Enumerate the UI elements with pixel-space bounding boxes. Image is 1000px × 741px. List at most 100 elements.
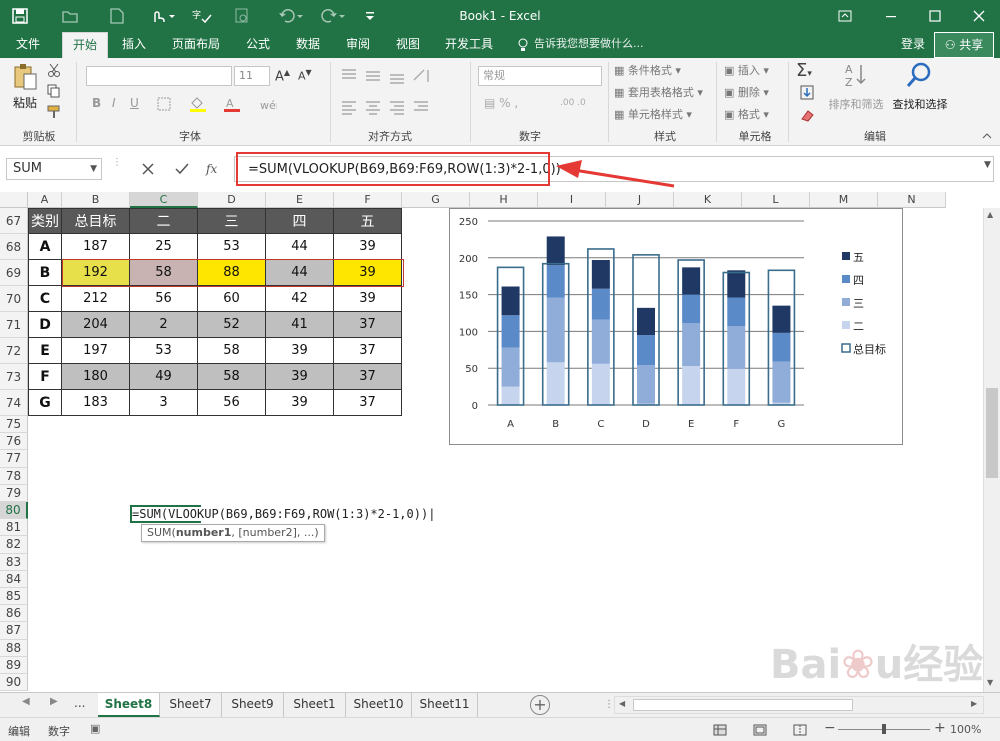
expand-formula-icon[interactable]: ▼ — [984, 160, 991, 170]
table-cell[interactable]: 58 — [198, 338, 266, 364]
column-header-I[interactable]: I — [538, 192, 606, 208]
row-header-75[interactable]: 75 — [0, 416, 28, 434]
collapse-ribbon-icon[interactable] — [980, 128, 994, 142]
row-category-cell[interactable]: D — [28, 312, 62, 338]
table-cell[interactable]: 212 — [62, 286, 130, 312]
tab-data[interactable]: 数据 — [286, 32, 330, 58]
function-tooltip[interactable]: SUM(number1, [number2], ...) — [141, 524, 325, 542]
table-cell[interactable]: 53 — [130, 338, 198, 364]
column-header-L[interactable]: L — [742, 192, 810, 208]
row-header-90[interactable]: 90 — [0, 674, 28, 692]
horizontal-scroll-thumb[interactable] — [633, 699, 853, 711]
table-header-cell[interactable]: 五 — [334, 208, 402, 234]
table-cell[interactable]: 58 — [198, 364, 266, 390]
format-as-table-button[interactable]: ▦ 套用表格格式 ▾ — [614, 84, 703, 100]
font-color-icon[interactable]: A — [220, 96, 244, 112]
table-cell[interactable]: 37 — [334, 390, 402, 416]
row-header-79[interactable]: 79 — [0, 484, 28, 502]
spelling-icon[interactable]: 字 — [190, 6, 214, 26]
underline-icon[interactable]: U — [130, 96, 139, 110]
row-header-87[interactable]: 87 — [0, 622, 28, 640]
table-cell[interactable]: 192 — [62, 260, 130, 286]
paste-button[interactable]: 粘贴 — [8, 94, 42, 111]
row-header-69[interactable]: 69 — [0, 260, 28, 286]
column-header-A[interactable]: A — [28, 192, 62, 208]
save-icon[interactable] — [10, 6, 30, 26]
italic-icon[interactable]: I — [112, 96, 116, 110]
table-header-cell[interactable]: 总目标 — [62, 208, 130, 234]
horizontal-scrollbar[interactable]: ◀ ▶ — [614, 696, 984, 714]
table-cell[interactable]: 187 — [62, 234, 130, 260]
delete-cells-button[interactable]: ▣ 删除 ▾ — [724, 84, 769, 100]
table-cell[interactable]: 204 — [62, 312, 130, 338]
table-cell[interactable]: 183 — [62, 390, 130, 416]
cancel-entry-icon[interactable] — [138, 159, 158, 179]
column-header-F[interactable]: F — [334, 192, 402, 208]
tab-view[interactable]: 视图 — [386, 32, 430, 58]
border-icon[interactable] — [154, 96, 174, 112]
scroll-up-icon[interactable]: ▲ — [987, 210, 993, 219]
table-cell[interactable]: 197 — [62, 338, 130, 364]
sort-filter-icon[interactable]: AZ — [836, 60, 876, 90]
table-cell[interactable]: 58 — [130, 260, 198, 286]
table-cell[interactable]: 52 — [198, 312, 266, 338]
worksheet-grid[interactable]: ABCDEFGHIJKLMN 67 68 69 70 71 72 73 74 75 76 77 78 7… — [0, 192, 1000, 692]
number-format-combo[interactable]: 常规 — [478, 66, 602, 86]
row-header-77[interactable]: 77 — [0, 450, 28, 468]
table-cell[interactable]: 49 — [130, 364, 198, 390]
share-button[interactable]: ⚇ 共享 — [934, 32, 994, 58]
currency-icon[interactable]: ▤ % , — [484, 96, 518, 110]
row-header-85[interactable]: 85 — [0, 588, 28, 606]
new-file-icon[interactable] — [107, 6, 127, 26]
select-all-corner[interactable] — [0, 192, 28, 208]
row-header-71[interactable]: 71 — [0, 312, 28, 338]
row-header-67[interactable]: 67 — [0, 208, 28, 234]
sheet-tab-Sheet8[interactable]: Sheet8 — [98, 693, 160, 717]
table-cell[interactable]: 44 — [266, 234, 334, 260]
table-cell[interactable]: 39 — [266, 364, 334, 390]
touch-mode-icon[interactable] — [148, 6, 178, 26]
zoom-in-icon[interactable]: + — [934, 720, 946, 736]
decimal-icon[interactable]: .00 .0 — [560, 98, 586, 108]
table-cell[interactable]: 53 — [198, 234, 266, 260]
find-select-icon[interactable] — [904, 60, 934, 90]
next-sheet-icon[interactable]: ▶ — [50, 696, 58, 707]
ribbon-display-icon[interactable] — [830, 6, 860, 26]
row-header-74[interactable]: 74 — [0, 390, 28, 416]
table-cell[interactable]: 180 — [62, 364, 130, 390]
bold-icon[interactable]: B — [92, 96, 101, 110]
font-size-combo[interactable]: 11 — [234, 66, 270, 86]
copy-icon[interactable] — [46, 83, 62, 99]
column-header-N[interactable]: N — [878, 192, 946, 208]
name-box[interactable]: SUM ▼ — [6, 158, 102, 180]
table-header-cell[interactable]: 类别 — [28, 208, 62, 234]
tab-file[interactable]: 文件 — [8, 32, 48, 58]
table-cell[interactable]: 3 — [130, 390, 198, 416]
vertical-scrollbar[interactable]: ▼ ▲ — [983, 208, 1000, 692]
table-cell[interactable]: 25 — [130, 234, 198, 260]
column-header-C[interactable]: C — [130, 192, 198, 208]
name-box-dropdown-icon[interactable]: ▼ — [90, 159, 97, 179]
row-header-81[interactable]: 81 — [0, 519, 28, 537]
row-category-cell[interactable]: A — [28, 234, 62, 260]
row-category-cell[interactable]: E — [28, 338, 62, 364]
column-header-G[interactable]: G — [402, 192, 470, 208]
sheet-tab-Sheet11[interactable]: Sheet11 — [412, 693, 478, 717]
sheet-tab-Sheet7[interactable]: Sheet7 — [160, 693, 222, 717]
table-cell[interactable]: 39 — [266, 338, 334, 364]
sign-in-link[interactable]: 登录 — [896, 32, 930, 58]
scroll-down-icon[interactable]: ▼ — [987, 678, 993, 687]
table-cell[interactable]: 56 — [198, 390, 266, 416]
zoom-slider-thumb[interactable] — [882, 724, 886, 734]
minimize-icon[interactable] — [876, 6, 906, 26]
cut-icon[interactable] — [46, 62, 62, 78]
row-category-cell[interactable]: C — [28, 286, 62, 312]
table-cell[interactable]: 39 — [334, 260, 402, 286]
column-header-E[interactable]: E — [266, 192, 334, 208]
page-layout-view-icon[interactable] — [752, 722, 768, 738]
row-category-cell[interactable]: F — [28, 364, 62, 390]
row-header-68[interactable]: 68 — [0, 234, 28, 260]
print-preview-icon[interactable] — [232, 6, 252, 26]
page-break-view-icon[interactable] — [792, 722, 808, 738]
normal-view-icon[interactable] — [712, 722, 728, 738]
